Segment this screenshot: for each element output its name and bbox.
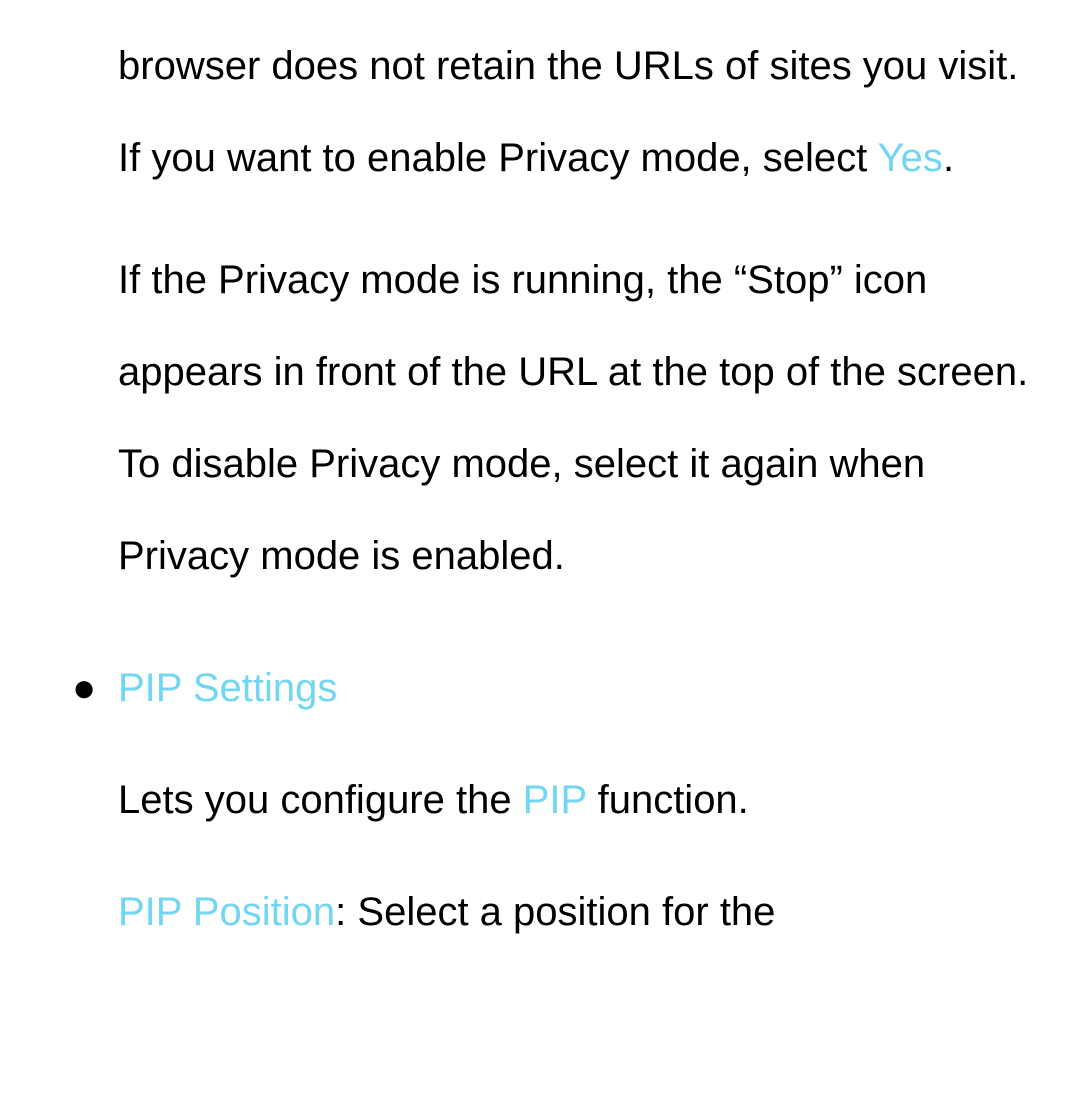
highlight-pip-position: PIP Position bbox=[118, 890, 335, 934]
section-title-pip-settings: PIP Settings bbox=[118, 642, 1050, 734]
text-segment: : Select a position for the bbox=[335, 890, 775, 934]
highlight-yes: Yes bbox=[878, 136, 943, 180]
bullet-marker-icon: ● bbox=[72, 642, 96, 734]
document-content: browser does not retain the URLs of site… bbox=[118, 20, 1050, 958]
text-segment: Lets you configure the bbox=[118, 778, 523, 822]
text-segment: function. bbox=[586, 778, 748, 822]
text-segment: If the Privacy mode is running, the “Sto… bbox=[118, 258, 1028, 578]
bullet-item-pip: ● PIP Settings Lets you configure the PI… bbox=[118, 642, 1050, 958]
paragraph-privacy-enable: browser does not retain the URLs of site… bbox=[118, 20, 1050, 204]
paragraph-privacy-running: If the Privacy mode is running, the “Sto… bbox=[118, 234, 1050, 602]
paragraph-pip-configure: Lets you configure the PIP function. bbox=[118, 754, 1050, 846]
highlight-pip: PIP bbox=[523, 778, 587, 822]
text-segment: . bbox=[943, 136, 954, 180]
paragraph-pip-position: PIP Position: Select a position for the bbox=[118, 866, 1050, 958]
